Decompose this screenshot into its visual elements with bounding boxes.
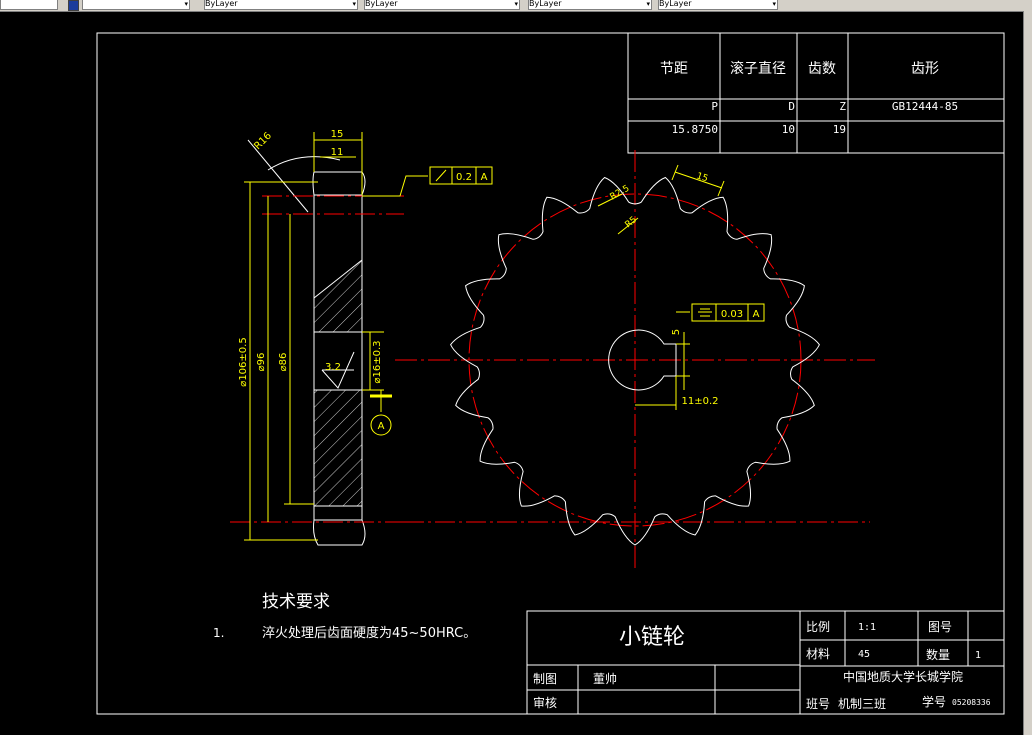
- header-roller-dia: 滚子直径: [730, 60, 786, 77]
- value-teeth: 19: [833, 123, 846, 136]
- front-dimensions: [597, 164, 765, 410]
- checked-by-label: 审核: [533, 695, 557, 710]
- dim-key-depth: 5: [671, 329, 682, 335]
- dim-dia-106: ⌀106±0.5: [238, 337, 249, 386]
- value-roller-dia: 10: [782, 123, 795, 136]
- dim-dia-96: ⌀96: [256, 353, 267, 372]
- scale-label: 比例: [806, 620, 830, 634]
- sprocket-front-view: [395, 150, 875, 570]
- drawing-no-label: 图号: [928, 620, 952, 634]
- symbol-p: P: [711, 100, 718, 113]
- header-tooth-form: 齿形: [911, 61, 939, 77]
- tech-req-text: 淬火处理后齿面硬度为45~50HRC。: [262, 625, 476, 641]
- material-value: 45: [858, 649, 870, 660]
- header-pitch: 节距: [660, 61, 688, 77]
- symmetry-value: 0.03: [721, 309, 743, 320]
- class-label: 班号: [806, 697, 830, 711]
- dim-width-15: 15: [331, 129, 344, 140]
- symbol-standard: GB12444-85: [892, 100, 958, 113]
- side-dimensions: [244, 132, 493, 541]
- scale-value: 1:1: [858, 622, 876, 633]
- qty-value: 1: [975, 650, 981, 661]
- class-value: 机制三班: [838, 697, 886, 711]
- student-no-label: 学号: [922, 694, 946, 709]
- qty-label: 数量: [926, 647, 950, 662]
- side-section-view: [230, 139, 870, 546]
- symmetry-datum: A: [753, 309, 760, 320]
- datum-a-label: A: [378, 421, 385, 432]
- vertical-scrollbar[interactable]: [1023, 11, 1032, 735]
- dim-radius-r16: R16: [252, 130, 274, 152]
- roughness-value: 3.2: [325, 362, 341, 373]
- dim-tooth-r25: R2.5: [609, 184, 632, 203]
- flatness-value: 0.2: [456, 172, 472, 183]
- student-no-value: 05208336: [952, 698, 991, 707]
- tech-req-number: 1.: [213, 626, 224, 640]
- dim-dia-86: ⌀86: [278, 353, 289, 372]
- drawing-border: [96, 32, 1005, 715]
- dim-key-width: 11±0.2: [681, 396, 718, 407]
- part-name: 小链轮: [619, 625, 685, 650]
- dim-width-11: 11: [331, 147, 344, 158]
- drawing-canvas[interactable]: 节距 滚子直径 齿数 齿形 P D Z GB12444-85 15.8750 1…: [0, 0, 1022, 735]
- header-teeth: 齿数: [808, 61, 836, 77]
- tech-req-title: 技术要求: [262, 592, 330, 612]
- drawn-by-label: 制图: [533, 672, 557, 686]
- school-name: 中国地质大学长城学院: [843, 669, 963, 684]
- value-pitch: 15.8750: [672, 123, 718, 136]
- symbol-z: Z: [839, 100, 846, 113]
- flatness-datum: A: [481, 172, 488, 183]
- drawn-by-value: 董帅: [593, 672, 617, 686]
- dim-bore-dia: ⌀16±0.3: [372, 340, 383, 383]
- symbol-d: D: [788, 100, 795, 113]
- material-label: 材料: [806, 647, 830, 661]
